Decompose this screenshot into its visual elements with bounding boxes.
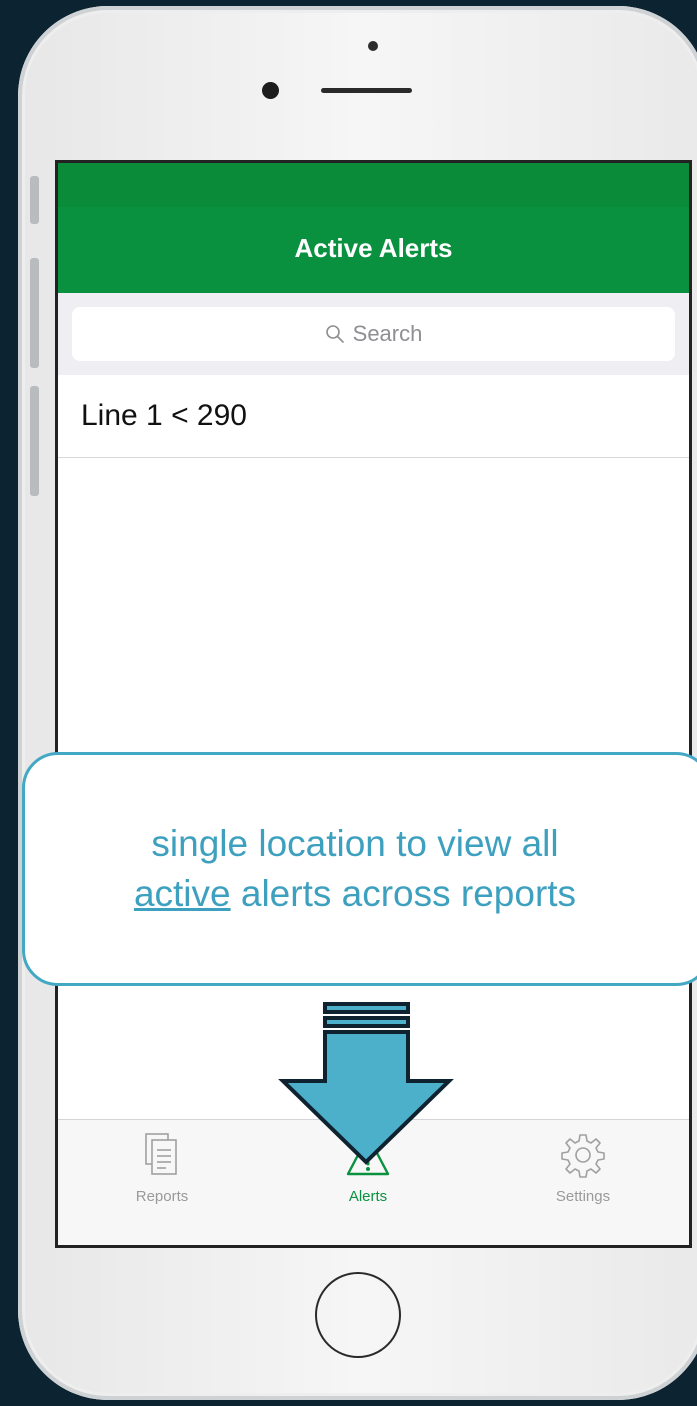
search-icon	[325, 325, 344, 343]
annotation-callout: single location to view all active alert…	[22, 752, 697, 986]
search-placeholder: Search	[352, 321, 423, 346]
callout-emphasis: active	[133, 873, 231, 914]
page-title: Active Alerts	[294, 232, 453, 263]
status-bar	[58, 163, 689, 207]
reports-icon	[145, 1133, 177, 1175]
search-bar: Search	[58, 293, 689, 375]
tab-alerts-label: Alerts	[348, 1188, 388, 1205]
phone-screen: Active Alerts Search Line 1 < 290 Report…	[55, 160, 692, 1248]
tab-alerts[interactable]: Alerts	[298, 1132, 438, 1205]
stage: Active Alerts Search Line 1 < 290 Report…	[0, 0, 697, 1406]
tab-settings-label: Settings	[555, 1188, 611, 1205]
tab-settings[interactable]: Settings	[513, 1132, 653, 1205]
earpiece-speaker	[321, 88, 412, 93]
warning-icon	[346, 1134, 390, 1176]
alert-list-item[interactable]: Line 1 < 290	[58, 375, 689, 458]
tab-reports-label: Reports	[135, 1188, 189, 1205]
alert-label: Line 1 < 290	[81, 399, 247, 432]
tab-bar: Reports Alerts Settings	[58, 1119, 689, 1245]
volume-up-button	[30, 258, 39, 368]
callout-line-2-rest: alerts across reports	[230, 873, 577, 914]
callout-line-2: active alerts across reports	[134, 869, 576, 919]
tab-reports[interactable]: Reports	[92, 1132, 232, 1205]
search-input[interactable]: Search	[72, 307, 675, 361]
proximity-sensor	[368, 41, 378, 51]
home-button[interactable]	[315, 1272, 401, 1358]
volume-down-button	[30, 386, 39, 496]
navigation-bar: Active Alerts	[58, 207, 689, 293]
mute-switch	[30, 176, 39, 224]
callout-line-1: single location to view all	[151, 823, 559, 864]
front-camera	[262, 82, 279, 99]
gear-icon	[561, 1134, 605, 1178]
